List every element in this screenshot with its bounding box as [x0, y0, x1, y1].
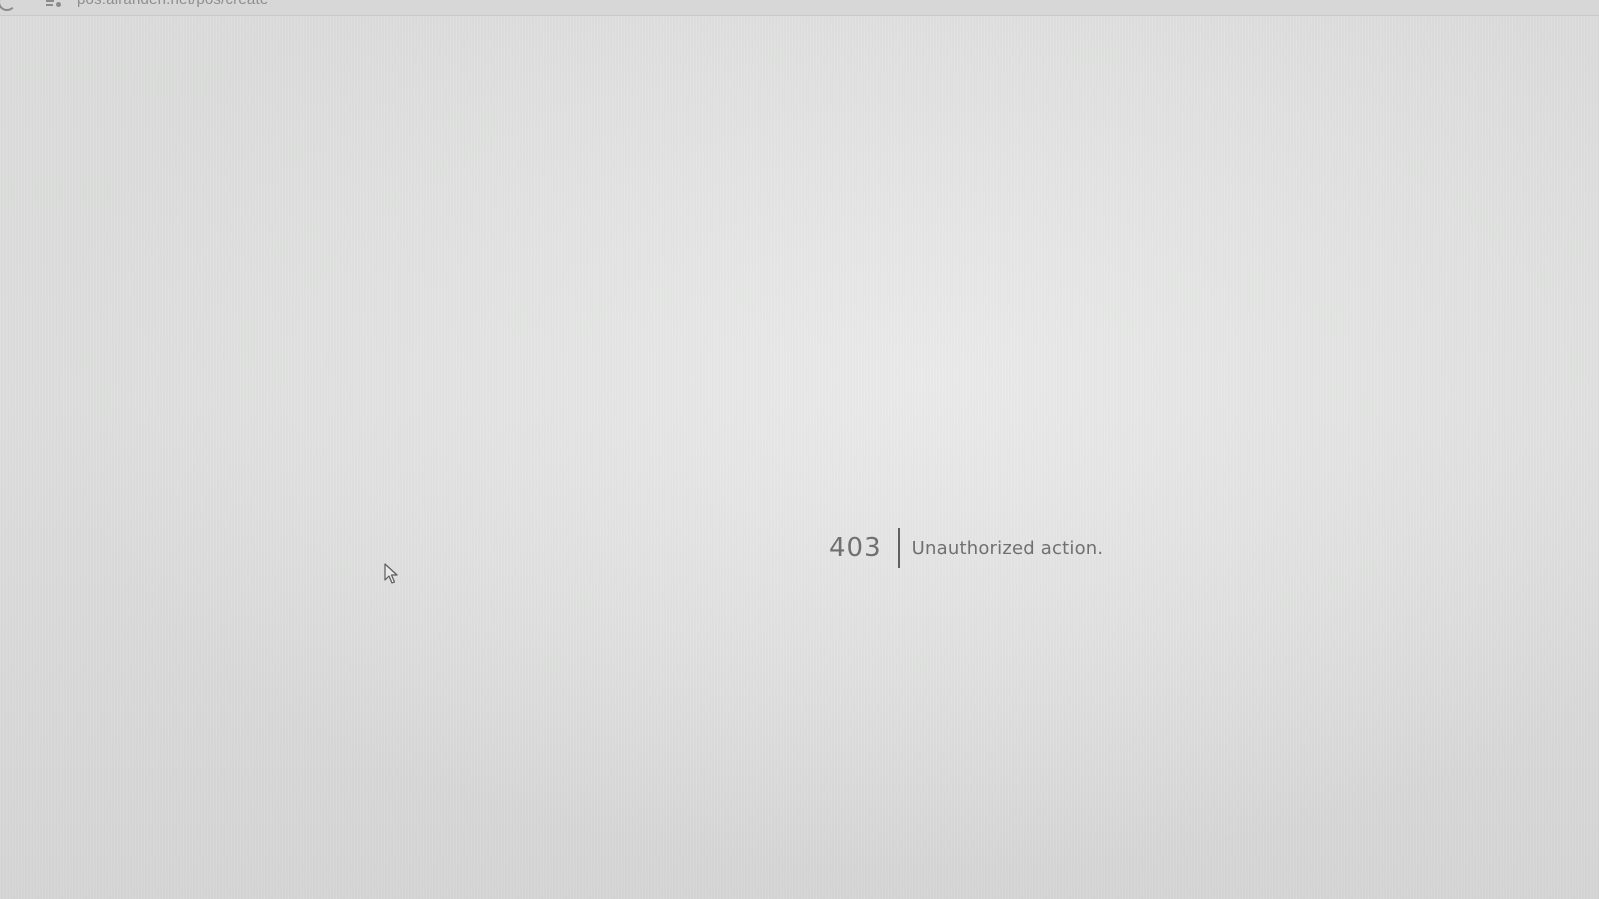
- address-bar-url[interactable]: pos.alrandeh.net/pos/create: [77, 0, 268, 8]
- error-container: 403 Unauthorized action.: [829, 528, 1103, 568]
- reload-icon[interactable]: [0, 0, 16, 11]
- mouse-cursor-icon: [384, 563, 398, 584]
- browser-address-bar: pos.alrandeh.net/pos/create: [0, 0, 1599, 16]
- site-info-icon[interactable]: [46, 0, 66, 8]
- screen-texture: [0, 0, 1599, 899]
- error-code: 403: [829, 528, 900, 568]
- error-message: Unauthorized action.: [911, 537, 1104, 559]
